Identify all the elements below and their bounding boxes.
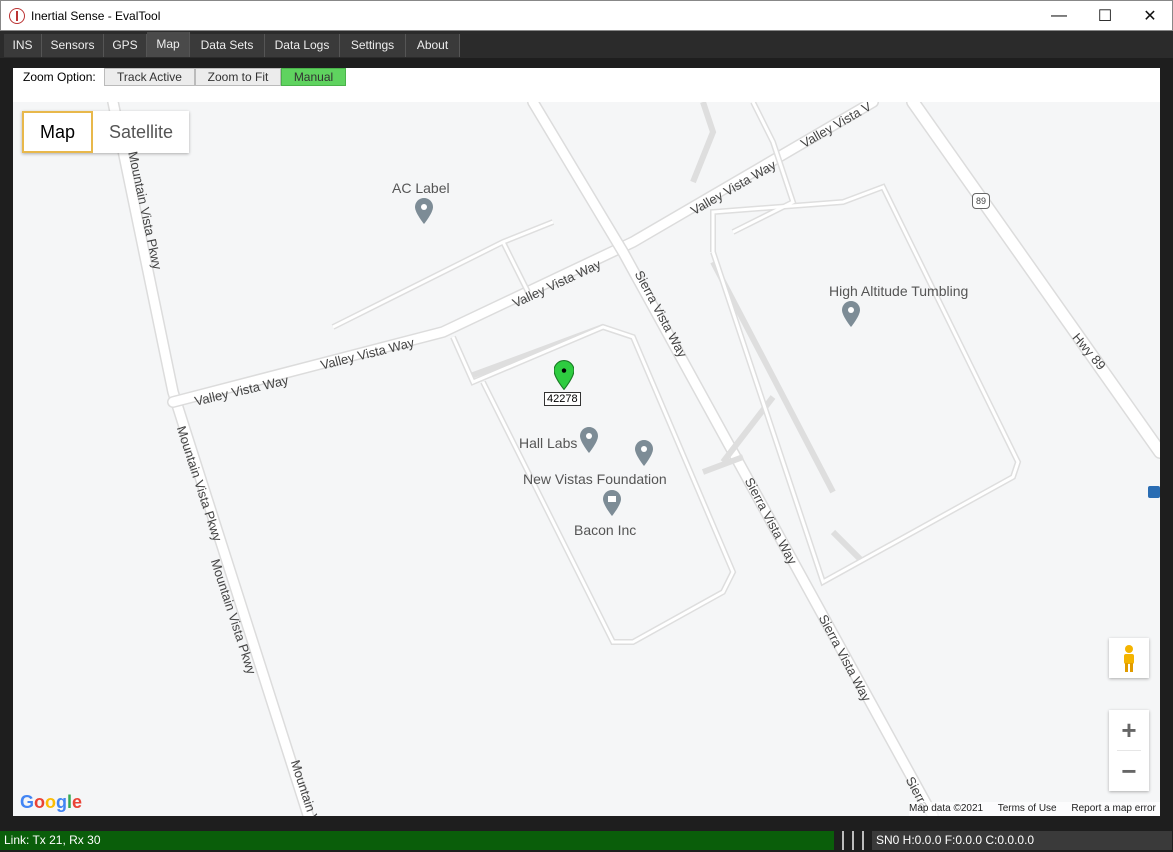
tab-data-sets[interactable]: Data Sets (190, 34, 265, 57)
place-label-bacon-inc: Bacon Inc (574, 522, 637, 538)
hwy-89-shield-icon: 89 (972, 193, 990, 209)
google-logo: Google (20, 792, 83, 812)
place-label-hall-labs: Hall Labs (519, 435, 578, 451)
map-data-text: Map data ©2021 (909, 803, 984, 814)
main-tabbar: INS Sensors GPS Map Data Sets Data Logs … (0, 31, 1173, 58)
minimize-button[interactable]: — (1036, 1, 1082, 31)
tab-sensors[interactable]: Sensors (42, 34, 104, 57)
place-label-new-vistas: New Vistas Foundation (523, 471, 667, 487)
maximize-button[interactable]: ☐ (1082, 1, 1128, 31)
zoom-to-fit-button[interactable]: Zoom to Fit (195, 68, 281, 86)
window-titlebar: Inertial Sense - EvalTool — ☐ ✕ (0, 0, 1173, 31)
track-active-button[interactable]: Track Active (104, 68, 195, 86)
vehicle-marker-icon[interactable] (554, 360, 574, 390)
status-divider (862, 831, 864, 850)
report-error-link[interactable]: Report a map error (1071, 803, 1155, 814)
tab-about[interactable]: About (406, 34, 460, 57)
vehicle-marker-label: 42278 (544, 392, 581, 406)
device-info-status: SN0 H:0.0.0 F:0.0.0 C:0.0.0.0 (872, 831, 1172, 850)
map-type-control: Map Satellite (22, 111, 190, 153)
street-view-pegman[interactable] (1109, 638, 1149, 678)
status-divider (842, 831, 844, 850)
zoom-option-label: Zoom Option: (23, 70, 96, 84)
map-panel: Zoom Option: Track Active Zoom to Fit Ma… (13, 68, 1160, 816)
tab-ins[interactable]: INS (4, 34, 42, 57)
window-title: Inertial Sense - EvalTool (31, 9, 161, 23)
transit-icon[interactable] (1148, 486, 1160, 498)
map-type-map-button[interactable]: Map (22, 111, 94, 153)
pegman-icon (1124, 645, 1134, 672)
museum-pin-icon[interactable] (603, 490, 621, 516)
tab-map[interactable]: Map (147, 32, 190, 57)
link-status: Link: Tx 21, Rx 30 (0, 831, 834, 850)
map-type-satellite-button[interactable]: Satellite (93, 111, 189, 153)
status-divider (852, 831, 854, 850)
zoom-out-button[interactable]: − (1109, 751, 1149, 791)
manual-button[interactable]: Manual (281, 68, 346, 86)
place-pin-icon[interactable] (842, 301, 860, 327)
tab-data-logs[interactable]: Data Logs (265, 34, 340, 57)
place-pin-icon[interactable] (580, 427, 598, 453)
tab-gps[interactable]: GPS (104, 34, 147, 57)
place-label-ac: AC Label (392, 180, 450, 196)
place-label-high-altitude: High Altitude Tumbling (829, 283, 969, 299)
place-pin-icon[interactable] (415, 198, 433, 224)
close-button[interactable]: ✕ (1127, 1, 1173, 31)
place-pin-icon[interactable] (635, 440, 653, 466)
tab-settings[interactable]: Settings (340, 34, 406, 57)
map-zoom-control: + − (1109, 710, 1149, 791)
map-view[interactable]: Map Satellite Mountain Vista Pkwy Mounta… (13, 102, 1160, 816)
terms-of-use-link[interactable]: Terms of Use (998, 803, 1057, 814)
app-logo-icon (9, 8, 25, 24)
zoom-in-button[interactable]: + (1109, 710, 1149, 750)
map-attribution: Map data ©2021 Terms of Use Report a map… (909, 802, 1160, 816)
status-bar: Link: Tx 21, Rx 30 SN0 H:0.0.0 F:0.0.0 C… (0, 829, 1173, 852)
